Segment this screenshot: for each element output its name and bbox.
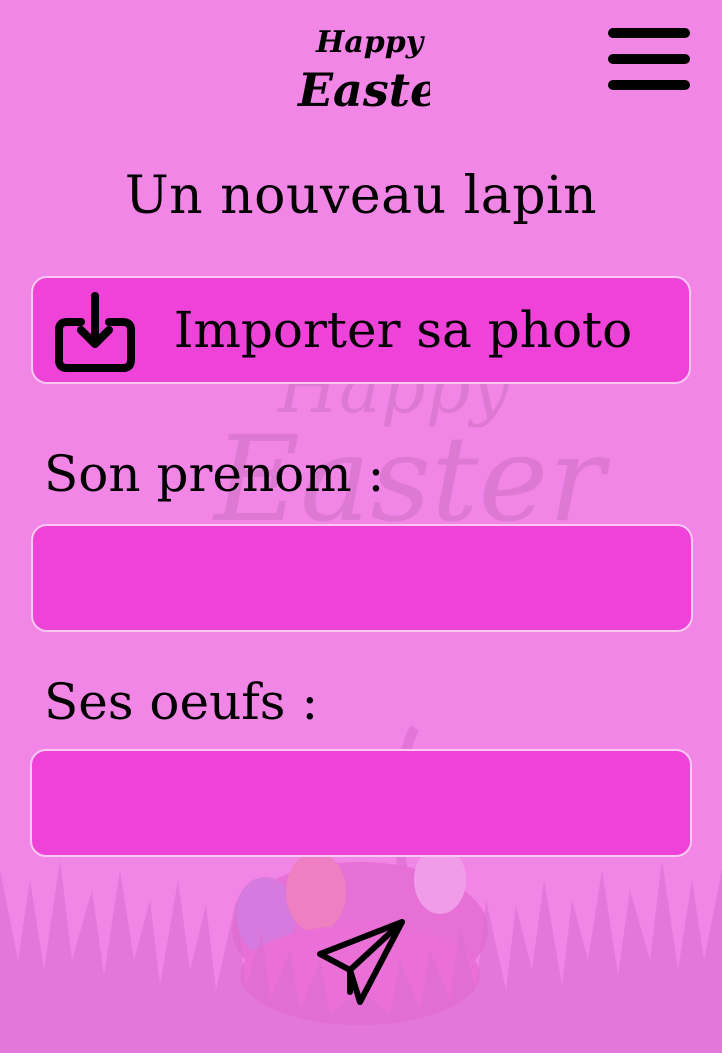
paper-plane-icon xyxy=(317,919,405,1005)
name-input[interactable] xyxy=(31,524,693,632)
upload-photo-label: Importer sa photo xyxy=(173,301,633,359)
send-button[interactable] xyxy=(310,910,414,1014)
logo-artwork: Happy Easter xyxy=(296,25,467,117)
eggs-field-label: Ses oeufs : xyxy=(44,673,319,731)
eggs-input[interactable] xyxy=(30,749,692,857)
upload-photo-button[interactable]: Importer sa photo xyxy=(31,276,691,384)
download-tray-icon xyxy=(55,292,135,372)
svg-text:Happy: Happy xyxy=(315,25,426,60)
page-title: Un nouveau lapin xyxy=(124,166,598,226)
happy-easter-logo: Happy Easter xyxy=(290,14,467,117)
svg-text:Easter: Easter xyxy=(296,63,430,114)
menu-button[interactable] xyxy=(604,24,694,96)
name-field-label: Son prenom : xyxy=(44,445,385,503)
hamburger-icon xyxy=(608,28,690,90)
